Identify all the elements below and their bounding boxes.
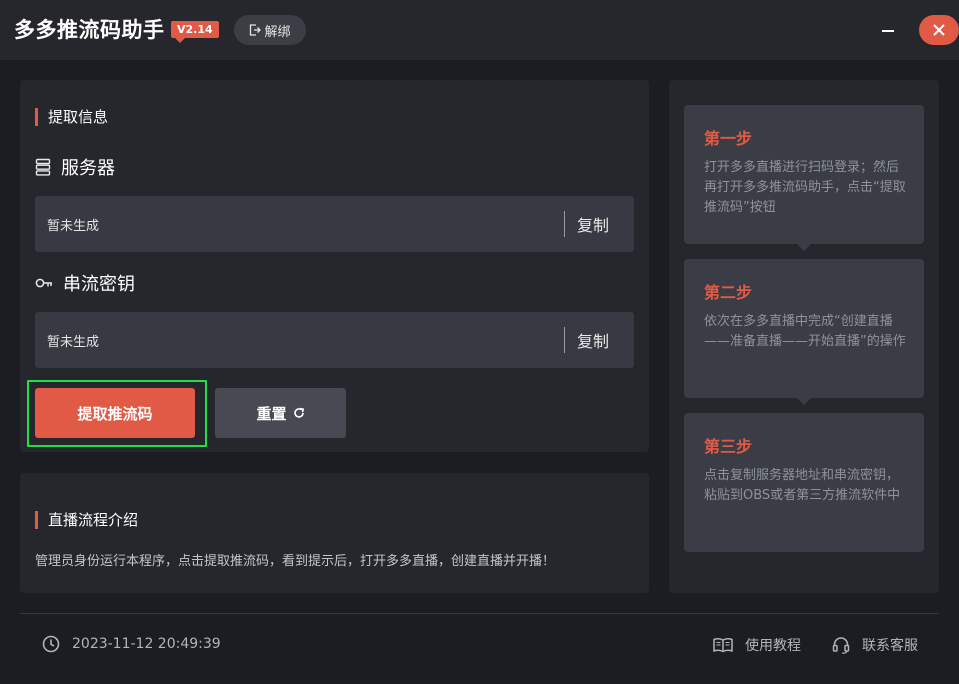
stream-key-copy-button[interactable]: 复制 bbox=[577, 328, 609, 352]
extract-section-title-text: 提取信息 bbox=[48, 108, 109, 126]
step-card-3: 第三步 点击复制服务器地址和串流密钥，粘贴到OBS或者第三方推流软件中 bbox=[684, 413, 924, 552]
unbind-button[interactable]: 解绑 bbox=[234, 15, 306, 45]
logout-icon bbox=[250, 24, 262, 36]
server-field: 暂未生成 复制 bbox=[35, 196, 634, 252]
extract-stream-code-button[interactable]: 提取推流码 bbox=[35, 388, 195, 438]
server-label-text: 服务器 bbox=[61, 158, 115, 179]
footer-divider bbox=[20, 613, 939, 614]
stream-key-label-text: 串流密钥 bbox=[63, 274, 135, 295]
datetime-text: 2023-11-12 20:49:39 bbox=[72, 636, 221, 652]
divider bbox=[564, 211, 565, 237]
tutorial-label: 使用教程 bbox=[745, 638, 801, 654]
step-card-1: 第一步 打开多多直播进行扫码登录；然后再打开多多推流码助手，点击“提取推流码”按… bbox=[684, 105, 924, 251]
reset-label: 重置 bbox=[256, 404, 287, 423]
refresh-icon bbox=[293, 407, 304, 418]
close-button[interactable] bbox=[919, 15, 959, 45]
reset-button[interactable]: 重置 bbox=[215, 388, 346, 438]
accent-bar bbox=[35, 510, 38, 529]
stream-key-label: 串流密钥 bbox=[35, 270, 135, 296]
support-label: 联系客服 bbox=[862, 638, 918, 654]
extract-section-title: 提取信息 bbox=[35, 106, 108, 127]
step-title: 第二步 bbox=[704, 283, 753, 302]
support-link[interactable]: 联系客服 bbox=[832, 635, 918, 655]
intro-title-text: 直播流程介绍 bbox=[48, 511, 139, 529]
step-card-2: 第二步 依次在多多直播中完成“创建直播——准备直播——开始直播”的操作 bbox=[684, 259, 924, 405]
step-arrow bbox=[797, 244, 811, 251]
step-arrow bbox=[797, 398, 811, 405]
clock-icon bbox=[42, 635, 60, 653]
step-text: 打开多多直播进行扫码登录；然后再打开多多推流码助手，点击“提取推流码”按钮 bbox=[704, 160, 906, 215]
intro-title: 直播流程介绍 bbox=[35, 509, 138, 530]
intro-text: 管理员身份运行本程序，点击提取推流码，看到提示后，打开多多直播，创建直播并开播！ bbox=[35, 554, 556, 569]
book-icon bbox=[713, 638, 733, 653]
divider bbox=[564, 327, 565, 353]
minimize-icon bbox=[882, 30, 894, 32]
close-icon bbox=[933, 24, 945, 36]
step-text: 依次在多多直播中完成“创建直播——准备直播——开始直播”的操作 bbox=[704, 314, 906, 349]
server-label: 服务器 bbox=[35, 154, 115, 180]
tutorial-link[interactable]: 使用教程 bbox=[713, 635, 801, 655]
datetime-display: 2023-11-12 20:49:39 bbox=[42, 635, 221, 653]
stream-key-value: 暂未生成 bbox=[47, 335, 100, 350]
accent-bar bbox=[35, 107, 38, 126]
title-bar: 多多推流码助手 V2.14 解绑 bbox=[0, 0, 959, 60]
key-icon bbox=[35, 278, 52, 288]
intro-panel bbox=[20, 473, 649, 593]
server-copy-button[interactable]: 复制 bbox=[577, 212, 609, 236]
step-title: 第一步 bbox=[704, 129, 753, 148]
server-value: 暂未生成 bbox=[47, 219, 100, 234]
step-text: 点击复制服务器地址和串流密钥，粘贴到OBS或者第三方推流软件中 bbox=[704, 468, 901, 503]
unbind-label: 解绑 bbox=[264, 24, 291, 40]
app-title: 多多推流码助手 bbox=[14, 18, 165, 42]
version-badge: V2.14 bbox=[171, 21, 219, 43]
minimize-button[interactable] bbox=[880, 20, 896, 40]
step-title: 第三步 bbox=[704, 437, 753, 456]
server-icon bbox=[35, 158, 51, 176]
stream-key-field: 暂未生成 复制 bbox=[35, 312, 634, 368]
headset-icon bbox=[832, 637, 850, 654]
